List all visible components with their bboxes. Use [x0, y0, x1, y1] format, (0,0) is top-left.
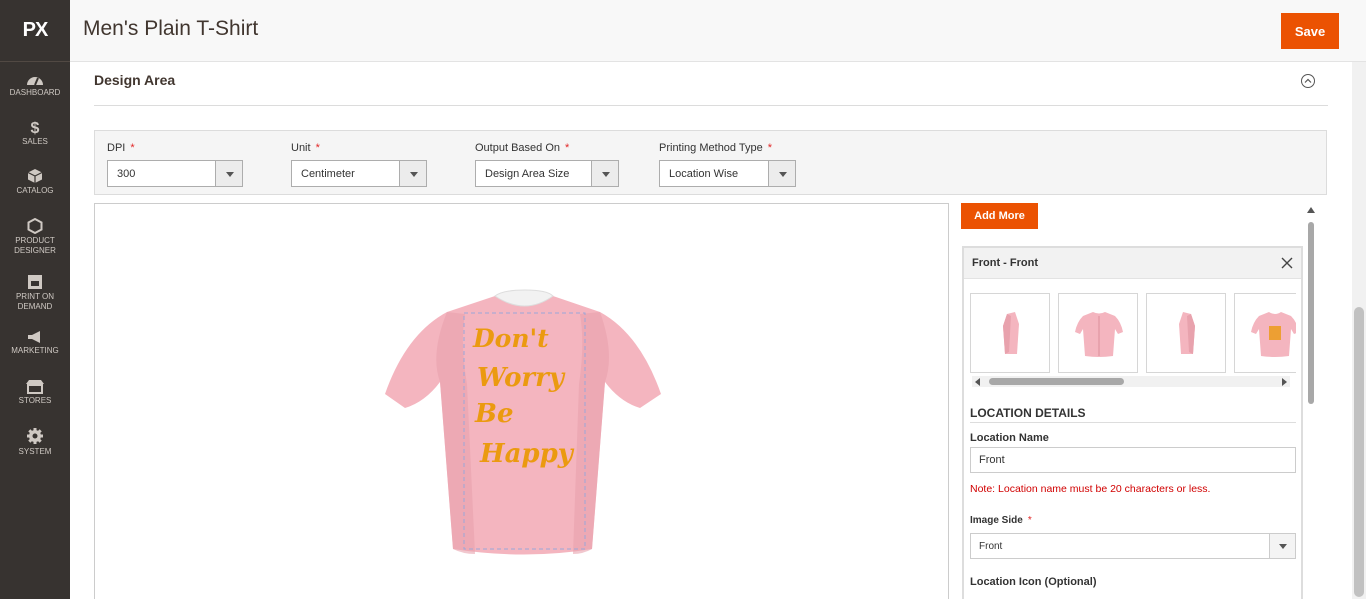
scrollbar-thumb[interactable]	[1308, 222, 1314, 404]
chevron-down-icon	[768, 161, 795, 186]
thumbnail-scrollbar[interactable]	[972, 376, 1290, 387]
sidebar-item-label: PRODUCT	[15, 236, 55, 245]
close-icon[interactable]	[1280, 256, 1294, 270]
dollar-icon: $	[31, 120, 40, 135]
sidebar-item-stores[interactable]: STORES	[0, 379, 70, 406]
storefront-icon	[26, 380, 44, 394]
thumbnail-side-right[interactable]	[1146, 293, 1226, 373]
sidebar-item-label: SYSTEM	[18, 447, 52, 456]
location-title: Front - Front	[972, 257, 1038, 269]
sidebar-item-label: PRINT ON	[15, 292, 55, 301]
output-based-on-select[interactable]: Design Area Size	[475, 160, 619, 187]
thumbnail-front[interactable]	[1234, 293, 1296, 373]
tshirt-thumb	[1179, 312, 1195, 354]
tshirt-thumb	[1251, 312, 1296, 357]
design-settings-bar: DPI * 300 Unit * Centimeter Output Based O…	[94, 130, 1327, 195]
location-panel-header: Front - Front	[964, 248, 1301, 279]
save-button[interactable]: Save	[1281, 13, 1339, 49]
shop-icon	[28, 275, 42, 289]
chevron-down-icon	[215, 161, 242, 186]
location-icon-label: Location Icon (Optional)	[970, 576, 1097, 588]
chevron-down-icon	[591, 161, 618, 186]
sidebar-item-label: SALES	[22, 137, 48, 146]
tshirt-thumb	[1003, 312, 1019, 354]
scroll-up-icon[interactable]	[1307, 207, 1315, 213]
image-side-select[interactable]: Front	[970, 533, 1296, 559]
divider	[970, 422, 1296, 423]
scroll-left-icon[interactable]	[975, 378, 980, 386]
location-details-heading: LOCATION DETAILS	[970, 406, 1086, 420]
output-based-on-label: Output Based On *	[475, 142, 570, 154]
printing-method-label: Printing Method Type *	[659, 142, 773, 154]
sidebar-item-marketing[interactable]: MARKETING	[0, 330, 70, 356]
section-title: Design Area	[94, 72, 176, 88]
dpi-label: DPI *	[107, 142, 135, 154]
sidebar-item-label: DESIGNER	[14, 246, 56, 255]
design-canvas[interactable]: Don't Worry Be Happy	[94, 203, 949, 599]
image-thumbnails	[970, 293, 1296, 375]
scrollbar-thumb[interactable]	[989, 378, 1124, 385]
image-side-label: Image Side *	[970, 515, 1032, 526]
sidebar-item-product-designer[interactable]: PRODUCT DESIGNER	[0, 218, 70, 256]
dpi-select[interactable]: 300	[107, 160, 243, 187]
page-header: Men's Plain T-Shirt Save	[70, 0, 1366, 62]
sidebar-item-label: STORES	[18, 396, 52, 405]
sidebar-item-label: CATALOG	[16, 186, 54, 195]
svg-text:$: $	[31, 120, 40, 135]
sidebar-item-label: MARKETING	[11, 346, 59, 355]
design-text-line: Worry	[477, 363, 566, 393]
gauge-icon	[27, 77, 43, 86]
location-name-input[interactable]	[970, 447, 1296, 473]
sidebar-item-sales[interactable]: $ SALES	[0, 119, 70, 147]
design-text-line: Be	[474, 399, 514, 429]
location-name-label: Location Name	[970, 432, 1049, 444]
page-title: Men's Plain T-Shirt	[83, 17, 259, 40]
sidebar-item-print-on-demand[interactable]: PRINT ON DEMAND	[0, 274, 70, 312]
tshirt-thumb	[1075, 312, 1123, 357]
collapse-icon[interactable]	[1300, 73, 1316, 89]
scrollbar-thumb[interactable]	[1354, 307, 1364, 597]
design-text-line: Happy	[479, 439, 575, 469]
sidebar-item-system[interactable]: SYSTEM	[0, 427, 70, 457]
megaphone-icon	[28, 331, 40, 343]
panel-scrollbar[interactable]	[1306, 205, 1316, 599]
unit-label: Unit *	[291, 142, 320, 154]
thumbnail-side-left[interactable]	[970, 293, 1050, 373]
thumbnail-back[interactable]	[1058, 293, 1138, 373]
add-more-button[interactable]: Add More	[961, 203, 1038, 229]
gear-icon	[27, 428, 43, 444]
printing-method-select[interactable]: Location Wise	[659, 160, 796, 187]
logo[interactable]: PX	[0, 0, 70, 62]
scroll-right-icon[interactable]	[1282, 378, 1287, 386]
location-name-note: Note: Location name must be 20 character…	[970, 483, 1211, 495]
divider	[94, 105, 1328, 106]
sidebar-item-label: DASHBOARD	[9, 88, 61, 97]
unit-select[interactable]: Centimeter	[291, 160, 427, 187]
sidebar-item-dashboard[interactable]: DASHBOARD	[0, 72, 70, 98]
location-panel: Front - Front LOCATION DETAILS Location …	[962, 246, 1303, 599]
sidebar-item-label: DEMAND	[17, 302, 53, 311]
cube-icon	[27, 169, 43, 183]
chevron-down-icon	[1269, 534, 1295, 558]
page-scrollbar[interactable]	[1352, 62, 1366, 599]
chevron-down-icon	[399, 161, 426, 186]
tshirt-image: Don't Worry Be Happy	[385, 289, 661, 555]
sidebar-item-catalog[interactable]: CATALOG	[0, 168, 70, 196]
hexagon-icon	[27, 218, 43, 234]
design-text-line: Don't	[472, 324, 549, 353]
admin-sidebar: PX DASHBOARD $ SALES CATALOG PRODUCT DES…	[0, 0, 70, 599]
